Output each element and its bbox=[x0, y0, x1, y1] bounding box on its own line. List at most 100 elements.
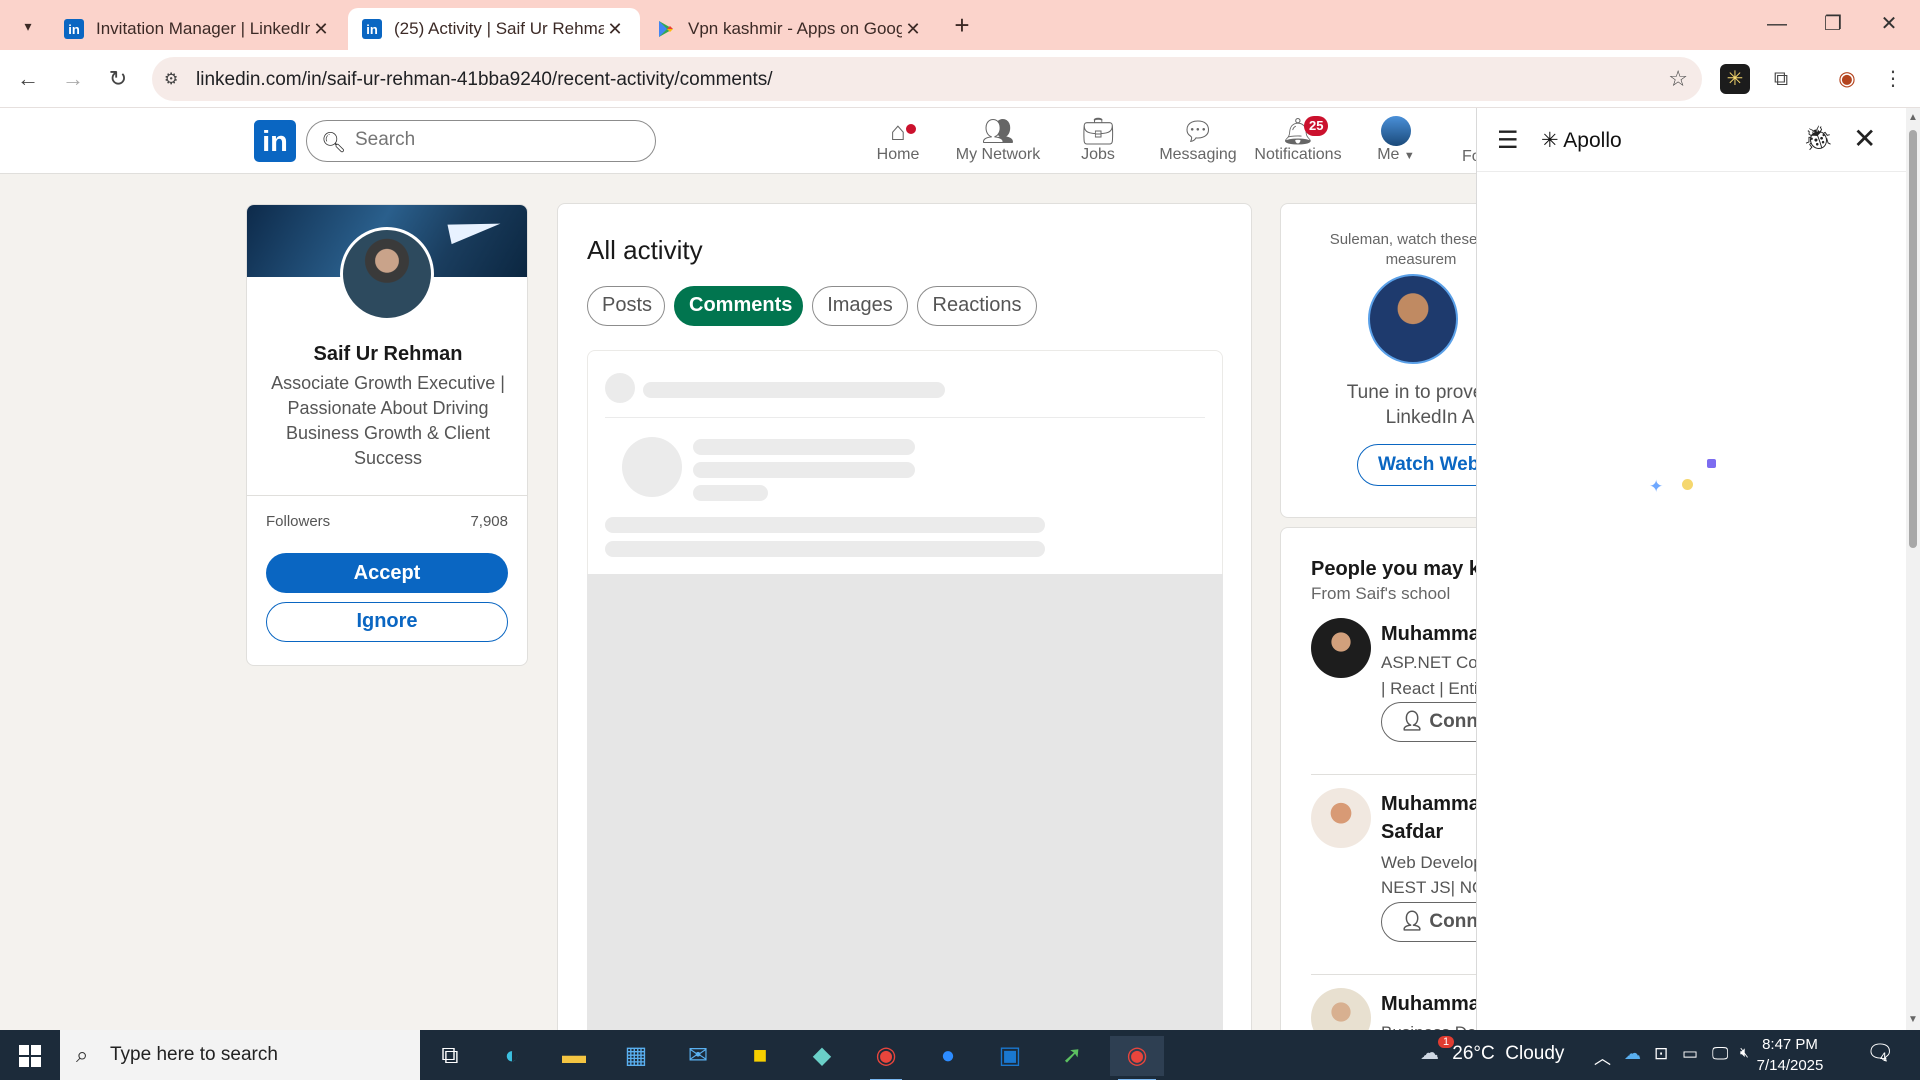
person-description: Web Develop bbox=[1381, 853, 1476, 872]
taskbar-search[interactable]: ⌕ Type here to search bbox=[60, 1030, 420, 1080]
search-input[interactable] bbox=[355, 129, 635, 151]
filter-comments[interactable]: Comments bbox=[674, 286, 803, 326]
forward-icon[interactable]: → bbox=[55, 61, 91, 97]
person-name[interactable]: Muhamma bbox=[1381, 990, 1476, 1018]
chat-icon: 💬︎ bbox=[1181, 116, 1215, 146]
address-bar[interactable]: ⚙ linkedin.com/in/saif-ur-rehman-41bba92… bbox=[152, 57, 1702, 101]
person-name-line2[interactable]: Safdar bbox=[1381, 818, 1443, 846]
filter-posts[interactable]: Posts bbox=[587, 286, 665, 326]
bug-report-icon[interactable]: 🐞︎ bbox=[1803, 124, 1833, 153]
network-icon[interactable]: 🖵︎ bbox=[1712, 1044, 1728, 1064]
promo-headline-line: Tune in to prove a bbox=[1346, 382, 1476, 403]
tab-close-icon[interactable]: ✕ bbox=[310, 19, 332, 40]
edge-icon[interactable]: ◐ bbox=[488, 1036, 536, 1076]
avatar[interactable] bbox=[1311, 788, 1371, 848]
scrollbar-thumb[interactable] bbox=[1909, 130, 1917, 548]
profile-headline: Associate Growth Executive | Passionate … bbox=[271, 373, 505, 468]
skeleton-line bbox=[693, 462, 915, 478]
accept-button[interactable]: Accept bbox=[266, 553, 508, 593]
profile-card: Saif Ur Rehman Associate Growth Executiv… bbox=[246, 204, 528, 666]
linkedin-icon: in bbox=[64, 19, 84, 39]
nav-messaging[interactable]: 💬︎ Messaging bbox=[1148, 114, 1248, 170]
close-window-icon[interactable]: ✕ bbox=[1864, 6, 1914, 42]
scrollbar[interactable]: ▲ ▼ bbox=[1906, 108, 1920, 1030]
nav-notifications[interactable]: 🔔︎ 25 Notifications bbox=[1248, 114, 1348, 170]
nav-label: Me ▼ bbox=[1377, 146, 1415, 163]
chrome-active-icon[interactable]: ◉ bbox=[1110, 1036, 1164, 1080]
back-icon[interactable]: ← bbox=[10, 61, 46, 97]
battery-icon[interactable]: ▭ bbox=[1682, 1044, 1698, 1064]
profile-photo[interactable] bbox=[340, 227, 434, 321]
nav-label: My Network bbox=[955, 146, 1041, 163]
person-suggestion[interactable]: Muhamma Safdar Web Develop NEST JS| NO 👤… bbox=[1311, 788, 1476, 948]
chrome-icon[interactable]: ◉ bbox=[862, 1036, 910, 1080]
skeleton-line bbox=[693, 439, 915, 455]
scroll-down-icon[interactable]: ▼ bbox=[1908, 1014, 1918, 1025]
filter-reactions[interactable]: Reactions bbox=[917, 286, 1037, 326]
taskbar: ⌕ Type here to search ⧉ ◐ ▬ ▦ ✉ ■ ◆ ◉ ● … bbox=[0, 1030, 1920, 1080]
watch-webinar-button[interactable]: Watch Web bbox=[1357, 444, 1476, 486]
search-box[interactable]: 🔍︎ bbox=[306, 120, 656, 162]
weather-widget[interactable]: ☁ 1 26°C Cloudy bbox=[1420, 1036, 1565, 1065]
tab-close-icon[interactable]: ✕ bbox=[902, 19, 924, 40]
nav-me[interactable]: Me ▼ bbox=[1346, 114, 1446, 170]
nav-home[interactable]: ⌂ Home bbox=[848, 114, 948, 170]
clock[interactable]: 8:47 PM 7/14/2025 bbox=[1750, 1034, 1830, 1076]
notification-center-icon[interactable]: 🗨︎ 4 bbox=[1866, 1040, 1894, 1066]
minimize-icon[interactable]: — bbox=[1752, 6, 1802, 42]
url-text[interactable]: linkedin.com/in/saif-ur-rehman-41bba9240… bbox=[196, 69, 773, 91]
chrome-menu-icon[interactable]: ⋮ bbox=[1878, 64, 1908, 94]
divider bbox=[605, 417, 1205, 418]
linkedin-logo[interactable]: in bbox=[254, 120, 296, 162]
nav-my-network[interactable]: 👥︎ My Network bbox=[948, 114, 1048, 170]
apollo-header: ☰ ✳ Apollo 🐞︎ ✕ bbox=[1477, 108, 1907, 172]
tab-search-button[interactable]: ▾ bbox=[14, 12, 42, 40]
mail-icon[interactable]: ✉ bbox=[674, 1036, 722, 1076]
app-icon[interactable]: ➚ bbox=[1048, 1036, 1096, 1076]
close-icon[interactable]: ✕ bbox=[1853, 122, 1876, 155]
nav-jobs[interactable]: 💼︎ Jobs bbox=[1048, 114, 1148, 170]
profile-name[interactable]: Saif Ur Rehman bbox=[247, 343, 527, 366]
tab-invitation-manager[interactable]: in Invitation Manager | LinkedIn ✕ bbox=[50, 8, 346, 50]
connect-button[interactable]: 👤︎ Conne bbox=[1381, 902, 1476, 942]
search-icon: 🔍︎ bbox=[321, 132, 347, 154]
avatar[interactable] bbox=[1311, 618, 1371, 678]
profile-icon[interactable]: ◉ bbox=[1832, 64, 1862, 94]
outlook-icon[interactable]: ▣ bbox=[986, 1036, 1034, 1076]
tab-close-icon[interactable]: ✕ bbox=[604, 19, 626, 40]
tab-activity[interactable]: in (25) Activity | Saif Ur Rehman | L ✕ bbox=[348, 8, 640, 50]
connect-button[interactable]: 👤︎ Conne bbox=[1381, 702, 1476, 742]
reload-icon[interactable]: ↻ bbox=[100, 61, 136, 97]
new-tab-button[interactable]: + bbox=[946, 10, 978, 42]
meet-now-icon[interactable]: ⊡ bbox=[1654, 1044, 1668, 1064]
apollo-extension-icon[interactable]: ✳ bbox=[1720, 64, 1750, 94]
tab-title: Vpn kashmir - Apps on Google bbox=[688, 19, 902, 38]
extensions-puzzle-icon[interactable]: ⧉ bbox=[1766, 64, 1796, 94]
zoom-icon[interactable]: ● bbox=[924, 1036, 972, 1076]
ignore-button[interactable]: Ignore bbox=[266, 602, 508, 642]
skeleton-circle bbox=[605, 373, 635, 403]
restore-icon[interactable]: ❐ bbox=[1808, 6, 1858, 42]
tab-vpn-kashmir[interactable]: Vpn kashmir - Apps on Google ✕ bbox=[642, 8, 938, 50]
windows-start-icon[interactable] bbox=[0, 1030, 60, 1080]
skeleton-area bbox=[587, 574, 1223, 1080]
app-icon[interactable]: ◆ bbox=[798, 1036, 846, 1076]
speaker-muted-icon[interactable]: 🔇︎ bbox=[1740, 1044, 1749, 1061]
bookmark-star-icon[interactable]: ☆ bbox=[1668, 66, 1688, 92]
person-name[interactable]: Muhamma bbox=[1381, 620, 1476, 648]
sticky-notes-icon[interactable]: ■ bbox=[736, 1036, 784, 1076]
task-view-icon[interactable]: ⧉ bbox=[426, 1036, 474, 1076]
file-explorer-icon[interactable]: ▬ bbox=[550, 1036, 598, 1076]
person-description: NEST JS| NO bbox=[1381, 878, 1476, 897]
person-suggestion[interactable]: Muhamma ASP.NET Co | React | Enti 👤︎ Con… bbox=[1311, 618, 1476, 748]
microsoft-store-icon[interactable]: ▦ bbox=[612, 1036, 660, 1076]
person-name[interactable]: Muhamma bbox=[1381, 790, 1476, 818]
hamburger-menu-icon[interactable]: ☰ bbox=[1497, 126, 1519, 155]
weather-text: 26°C Cloudy bbox=[1452, 1043, 1565, 1064]
scroll-up-icon[interactable]: ▲ bbox=[1908, 112, 1918, 123]
browser-tab-strip: ▾ in Invitation Manager | LinkedIn ✕ in … bbox=[0, 0, 1920, 50]
site-info-icon[interactable]: ⚙ bbox=[164, 69, 184, 89]
onedrive-icon[interactable]: ☁ bbox=[1624, 1044, 1641, 1064]
chevron-up-icon[interactable]: ︿ bbox=[1594, 1044, 1611, 1069]
filter-images[interactable]: Images bbox=[812, 286, 908, 326]
